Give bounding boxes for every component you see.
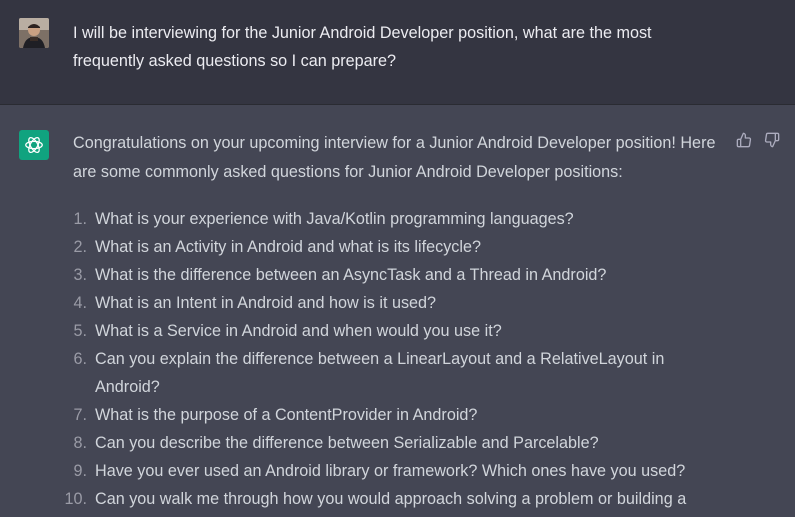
list-item: 1. What is your experience with Java/Kotl… <box>0 205 695 233</box>
list-item: 5. What is a Service in Android and when … <box>0 317 695 345</box>
assistant-message: Congratulations on your upcoming intervi… <box>0 105 795 517</box>
list-item-text: Can you describe the difference between … <box>95 434 599 452</box>
questions-list: 1. What is your experience with Java/Kotl… <box>0 205 795 513</box>
list-item-number: 3. <box>73 266 87 284</box>
list-item-number: 9. <box>73 462 87 480</box>
list-item: 8. Can you describe the difference betwee… <box>0 429 695 457</box>
list-item-text: Can you walk me through how you would ap… <box>95 490 687 508</box>
list-item-text: What is the difference between an AsyncT… <box>95 266 607 284</box>
user-avatar <box>19 18 49 48</box>
list-item-text: What is an Activity in Android and what … <box>95 238 481 256</box>
user-avatar-photo <box>19 18 49 48</box>
list-item-number: 4. <box>73 294 87 312</box>
list-item-text: Can you explain the difference between a… <box>95 350 665 396</box>
list-item: 7. What is the purpose of a ContentProvid… <box>0 401 695 429</box>
list-item-text: What is a Service in Android and when wo… <box>95 322 502 340</box>
list-item-text: What is an Intent in Android and how is … <box>95 294 437 312</box>
user-message: I will be interviewing for the Junior An… <box>0 0 795 105</box>
user-message-text: I will be interviewing for the Junior An… <box>73 24 652 70</box>
list-item: 10. Can you walk me through how you would… <box>0 485 695 513</box>
list-item-number: 10. <box>64 490 87 508</box>
chat-window: I will be interviewing for the Junior An… <box>0 0 795 517</box>
thumbs-down-icon[interactable] <box>764 132 780 148</box>
list-item: 6. Can you explain the difference between… <box>0 345 695 401</box>
list-item: 3. What is the difference between an Asyn… <box>0 261 695 289</box>
list-item-text: What is the purpose of a ContentProvider… <box>95 406 478 424</box>
list-item: 2. What is an Activity in Android and wha… <box>0 233 695 261</box>
openai-logo-icon <box>25 136 43 154</box>
list-item: 4. What is an Intent in Android and how i… <box>0 289 695 317</box>
list-item-text: Have you ever used an Android library or… <box>95 462 686 480</box>
thumbs-up-icon[interactable] <box>736 132 752 148</box>
list-item-number: 8. <box>73 434 87 452</box>
list-item: 9. Have you ever used an Android library … <box>0 457 695 485</box>
list-item-number: 1. <box>73 210 87 228</box>
list-item-text: What is your experience with Java/Kotlin… <box>95 210 574 228</box>
list-item-number: 2. <box>73 238 87 256</box>
list-item-number: 7. <box>73 406 87 424</box>
list-item-number: 6. <box>73 350 87 368</box>
assistant-avatar <box>19 130 49 160</box>
list-item-number: 5. <box>73 322 87 340</box>
assistant-intro-text: Congratulations on your upcoming intervi… <box>73 134 716 181</box>
feedback-buttons <box>736 132 780 148</box>
